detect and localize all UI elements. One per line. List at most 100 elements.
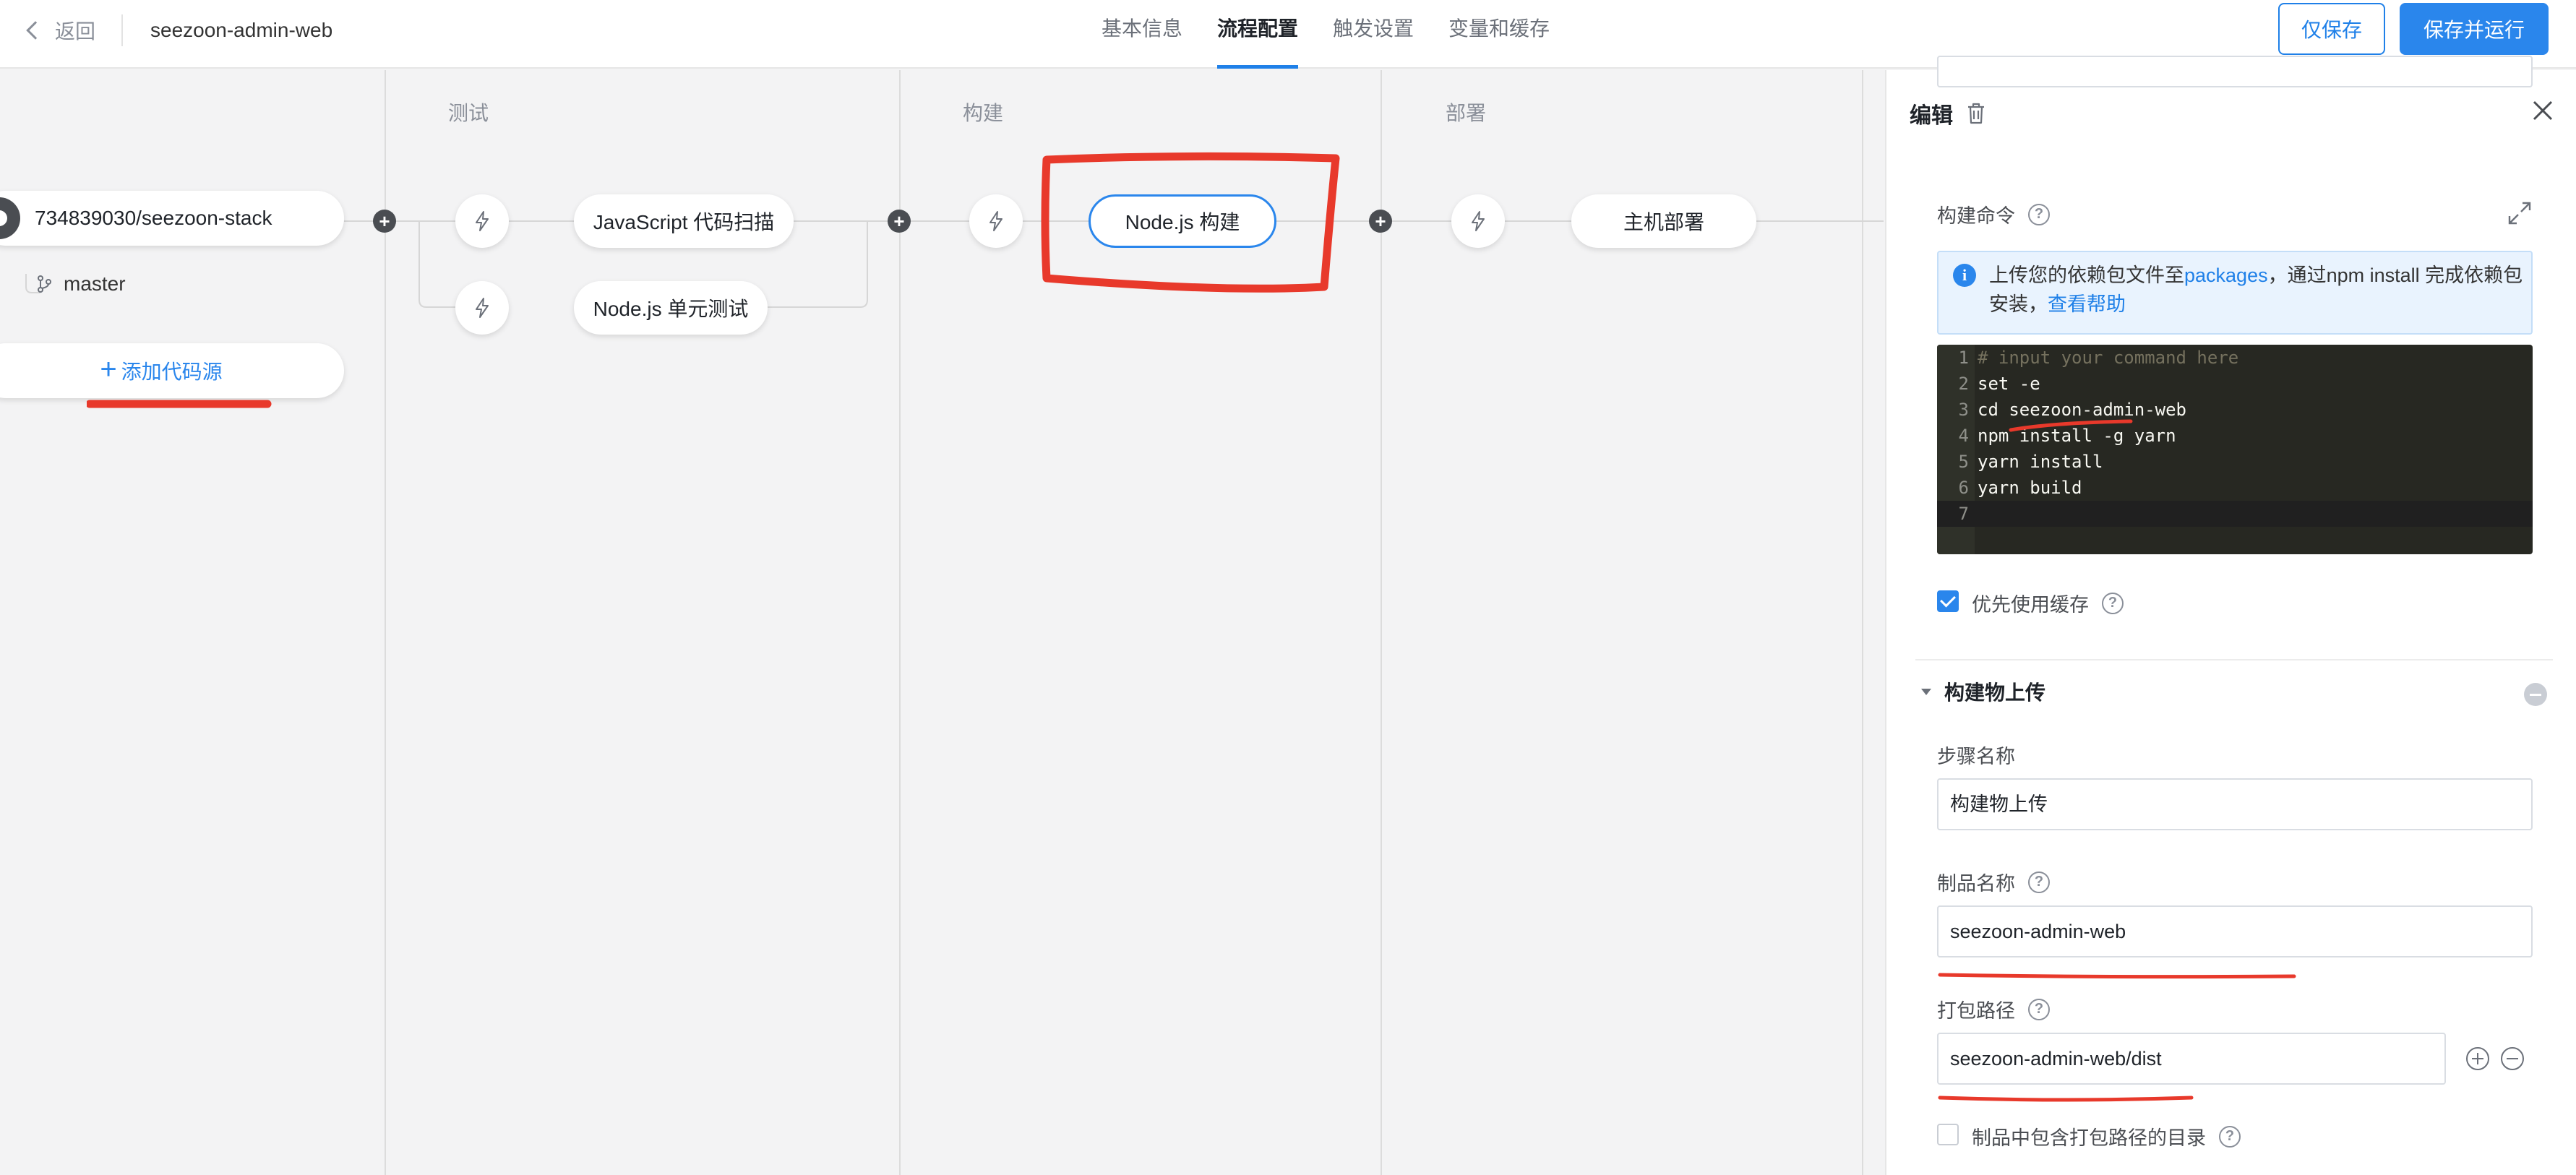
trigger-button[interactable] [455, 194, 509, 248]
info-text-part: 上传您的依赖包文件至 [1989, 264, 2184, 286]
job-host-deploy[interactable]: 主机部署 [1571, 194, 1756, 248]
stage-divider [385, 70, 386, 1175]
project-title: seezoon-admin-web [150, 19, 333, 41]
save-and-run-button[interactable]: 保存并运行 [2400, 3, 2549, 55]
lightning-icon [1472, 211, 1485, 231]
remove-path-button[interactable] [2501, 1047, 2524, 1070]
code-text: npm install -g yarn [1978, 426, 2176, 446]
stage-divider [1381, 70, 1382, 1175]
branch-name: master [64, 272, 126, 295]
code-source-card[interactable]: 734839030/seezoon-stack [0, 191, 344, 246]
line-number: 2 [1958, 374, 1969, 394]
step-name-label: 步骤名称 [1937, 746, 2015, 767]
prefer-cache-checkbox[interactable] [1937, 590, 1959, 612]
line-number: 7 [1958, 504, 1969, 524]
config-tabs: 基本信息 流程配置 触发设置 变量和缓存 [1084, 0, 1567, 69]
save-only-button[interactable]: 仅保存 [2278, 3, 2385, 55]
step-name-input[interactable]: 构建物上传 [1937, 778, 2533, 830]
code-text: yarn install [1978, 452, 2103, 472]
stage-label-build: 构建 [963, 102, 1004, 124]
artifact-name-label: 制品名称 ? [1937, 868, 2050, 896]
pack-path-input[interactable]: seezoon-admin-web/dist [1937, 1033, 2446, 1085]
line-number: 1 [1958, 348, 1969, 368]
packages-link[interactable]: packages [2184, 264, 2268, 286]
panel-title: 编辑 [1910, 98, 1986, 129]
artifact-upload-section-header[interactable]: 构建物上传 [1921, 677, 2045, 706]
help-icon[interactable]: ? [2028, 998, 2050, 1020]
section-divider [1915, 659, 2553, 660]
red-underline [1938, 1096, 2194, 1102]
previous-field-input[interactable] [1937, 56, 2533, 87]
add-stage-button[interactable]: + [888, 210, 911, 233]
help-link[interactable]: 查看帮助 [2048, 293, 2126, 315]
add-stage-button[interactable]: + [373, 210, 396, 233]
code-line: 7 [1937, 501, 2533, 527]
panel-title-text: 编辑 [1910, 104, 1953, 128]
include-dir-label-text: 制品中包含打包路径的目录 [1972, 1127, 2206, 1149]
code-text: yarn build [1978, 478, 2082, 498]
build-command-label-text: 构建命令 [1937, 205, 2015, 227]
code-text: # input your command here [1978, 348, 2239, 368]
lightning-icon [476, 298, 489, 318]
trigger-button[interactable] [455, 281, 509, 335]
pipeline-canvas: 测试 构建 部署 734839030/seezoon-stack master … [0, 70, 1884, 1175]
artifact-name-input[interactable]: seezoon-admin-web [1937, 905, 2533, 957]
git-branch-icon [38, 275, 51, 293]
trash-icon[interactable] [1966, 102, 1986, 125]
chevron-left-icon [26, 21, 45, 40]
back-button[interactable]: 返回 [22, 16, 95, 45]
code-line: 1 # input your command here [1937, 345, 2533, 371]
job-js-code-scan[interactable]: JavaScript 代码扫描 [574, 194, 794, 248]
source-branch[interactable]: master [36, 272, 126, 296]
add-stage-button[interactable]: + [1369, 210, 1392, 233]
tab-pipeline-config[interactable]: 流程配置 [1200, 0, 1315, 69]
help-icon[interactable]: ? [2028, 203, 2050, 225]
plus-icon-v [2477, 1053, 2478, 1064]
include-dir-checkbox[interactable] [1937, 1124, 1959, 1145]
help-icon[interactable]: ? [2102, 592, 2124, 614]
help-icon[interactable]: ? [2028, 871, 2050, 893]
lightning-icon [476, 211, 489, 231]
close-icon[interactable] [2530, 98, 2556, 124]
expand-icon[interactable] [2507, 200, 2533, 226]
add-code-source-button[interactable]: + 添加代码源 [0, 343, 344, 398]
stage-divider [899, 70, 901, 1175]
info-text: 上传您的依赖包文件至packages，通过npm install 完成依赖包安装… [1989, 261, 2524, 319]
tab-trigger-settings[interactable]: 触发设置 [1315, 0, 1431, 69]
add-path-button[interactable] [2466, 1047, 2489, 1070]
line-number: 3 [1958, 400, 1969, 420]
repo-icon [0, 197, 20, 239]
line-number: 4 [1958, 426, 1969, 446]
job-node-unit-test[interactable]: Node.js 单元测试 [574, 281, 768, 335]
prefer-cache-label-text: 优先使用缓存 [1972, 594, 2089, 616]
prefer-cache-label: 优先使用缓存 ? [1972, 589, 2124, 617]
code-text: set -e [1978, 374, 2040, 394]
edit-panel: 编辑 构建命令 ? i 上传您的依赖包文件至packages，通过npm ins… [1885, 56, 2576, 1175]
line-number: 5 [1958, 452, 1969, 472]
section-title: 构建物上传 [1944, 681, 2046, 704]
info-alert: i 上传您的依赖包文件至packages，通过npm install 完成依赖包… [1937, 251, 2533, 335]
pack-path-label: 打包路径 ? [1937, 995, 2050, 1023]
command-editor[interactable]: 1 # input your command here 2 set -e 3 cd s… [1937, 345, 2533, 554]
code-line: 2 set -e [1937, 371, 2533, 397]
remove-section-button[interactable] [2524, 683, 2547, 706]
build-command-label: 构建命令 ? [1937, 200, 2050, 228]
trigger-button[interactable] [969, 194, 1023, 248]
pack-path-label-text: 打包路径 [1937, 1000, 2015, 1022]
code-text: cd seezoon-admin-web [1978, 400, 2186, 420]
plus-icon: + [100, 353, 117, 385]
tab-basic-info[interactable]: 基本信息 [1084, 0, 1200, 69]
header-divider [121, 14, 123, 46]
tab-variables-cache[interactable]: 变量和缓存 [1431, 0, 1567, 69]
help-icon[interactable]: ? [2219, 1125, 2241, 1148]
job-node-build[interactable]: Node.js 构建 [1089, 194, 1276, 248]
trigger-button[interactable] [1451, 194, 1505, 248]
minus-icon [2507, 1058, 2518, 1059]
back-label: 返回 [55, 20, 96, 43]
lightning-icon [989, 211, 1003, 231]
artifact-name-label-text: 制品名称 [1937, 873, 2015, 895]
code-line: 6 yarn build [1937, 475, 2533, 501]
red-underline [1938, 973, 2296, 979]
code-line: 5 yarn install [1937, 449, 2533, 475]
code-line: 4 npm install -g yarn [1937, 423, 2533, 449]
